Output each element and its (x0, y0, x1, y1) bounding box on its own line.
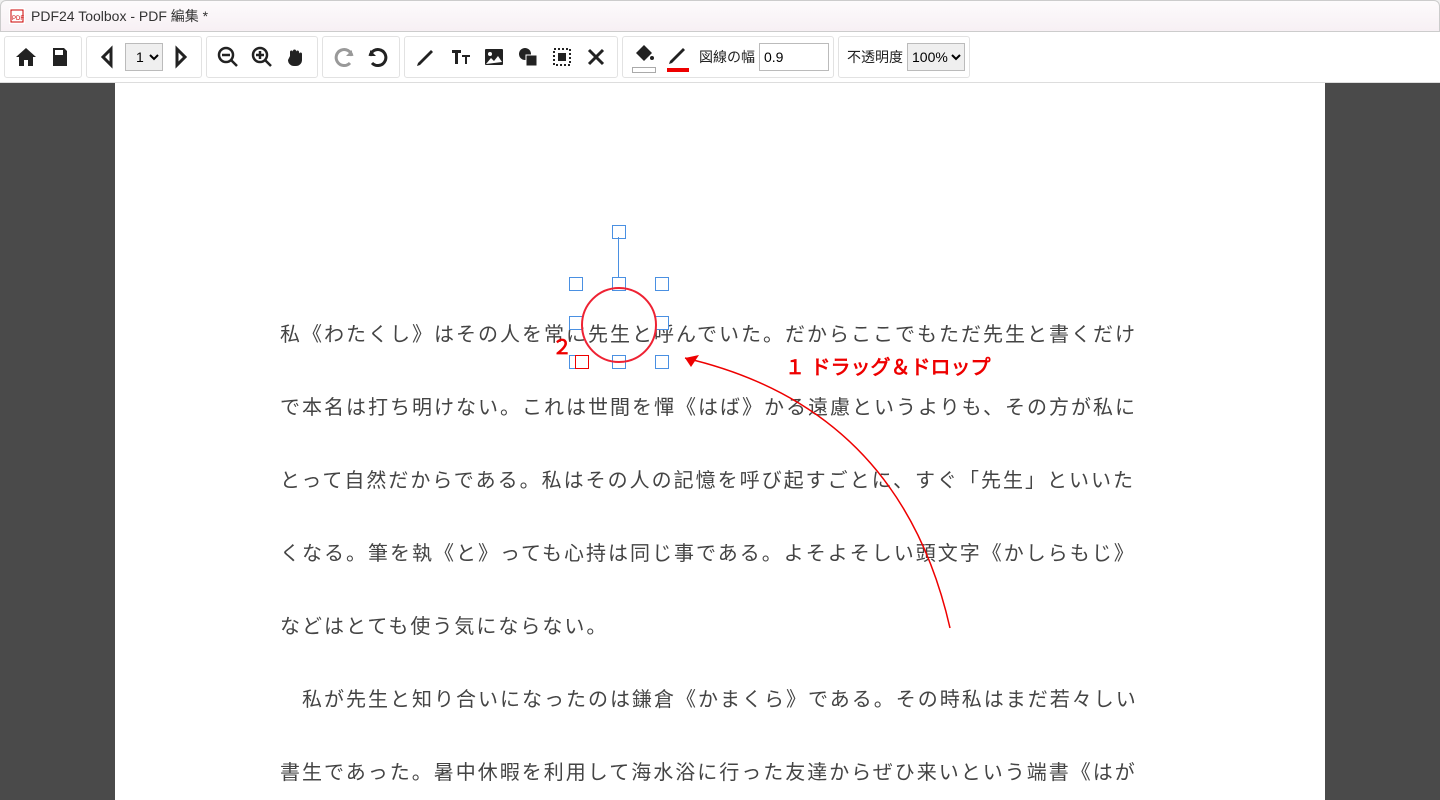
line-width-input[interactable] (759, 43, 829, 71)
opacity-select[interactable]: 100% (907, 43, 965, 71)
text-tool-button[interactable] (443, 40, 477, 74)
line-width-label: 図線の幅 (699, 47, 755, 67)
svg-text:PDF: PDF (12, 16, 24, 22)
redo-button[interactable] (327, 40, 361, 74)
ellipse-shape[interactable] (581, 287, 657, 363)
page-select[interactable]: 1 (125, 43, 163, 71)
workspace[interactable]: 私《わたくし》はその人を常に先生と呼んでいた。だからここでもただ先生と書くだけ … (0, 83, 1440, 800)
annotation-arrow (670, 348, 970, 638)
group-page: 1 (86, 36, 202, 78)
doc-line: 私《わたくし》はその人を常に先生と呼んでいた。だからここでもただ先生と書くだけ (280, 318, 1137, 347)
fill-bucket-icon (632, 42, 656, 66)
prev-page-button[interactable] (91, 40, 125, 74)
undo-button[interactable] (361, 40, 395, 74)
fill-color-button[interactable] (627, 40, 661, 74)
pan-hand-button[interactable] (279, 40, 313, 74)
highlight-tool-button[interactable] (545, 40, 579, 74)
group-view (206, 36, 318, 78)
next-page-button[interactable] (163, 40, 197, 74)
zoom-out-button[interactable] (211, 40, 245, 74)
resize-handle-e[interactable] (655, 316, 669, 330)
app-icon: PDF (9, 8, 25, 24)
opacity-label: 不透明度 (847, 47, 903, 67)
home-button[interactable] (9, 40, 43, 74)
selected-shape[interactable] (575, 231, 661, 361)
doc-line: 書生であった。暑中休暇を利用して海水浴に行った友達からぜひ来いという端書《はが (280, 756, 1137, 785)
shape-tool-button[interactable] (511, 40, 545, 74)
save-button[interactable] (43, 40, 77, 74)
group-history (322, 36, 400, 78)
rotate-handle[interactable] (612, 225, 626, 239)
rotate-stem (618, 237, 619, 281)
group-opacity: 不透明度 100% (838, 36, 970, 78)
resize-handle-se[interactable] (655, 355, 669, 369)
annotation-small-square (575, 355, 589, 369)
pencil-tool-button[interactable] (409, 40, 443, 74)
title-bar: PDF PDF24 Toolbox - PDF 編集 * (0, 0, 1440, 32)
toolbar: 1 図線の幅 (0, 32, 1440, 83)
resize-handle-ne[interactable] (655, 277, 669, 291)
stroke-pencil-icon (666, 43, 690, 67)
doc-line: などはとても使う気にならない。 (280, 610, 608, 639)
resize-handle-nw[interactable] (569, 277, 583, 291)
stroke-color-button[interactable] (661, 40, 695, 74)
zoom-in-button[interactable] (245, 40, 279, 74)
window-title: PDF24 Toolbox - PDF 編集 * (31, 6, 208, 26)
pdf-page[interactable]: 私《わたくし》はその人を常に先生と呼んでいた。だからここでもただ先生と書くだけ … (115, 83, 1325, 800)
group-tools (404, 36, 618, 78)
group-style: 図線の幅 (622, 36, 834, 78)
annotation-number-2: ２ (552, 331, 572, 360)
delete-tool-button[interactable] (579, 40, 613, 74)
doc-line: 私が先生と知り合いになったのは鎌倉《かまくら》である。その時私はまだ若々しい (280, 683, 1138, 712)
image-tool-button[interactable] (477, 40, 511, 74)
group-nav (4, 36, 82, 78)
